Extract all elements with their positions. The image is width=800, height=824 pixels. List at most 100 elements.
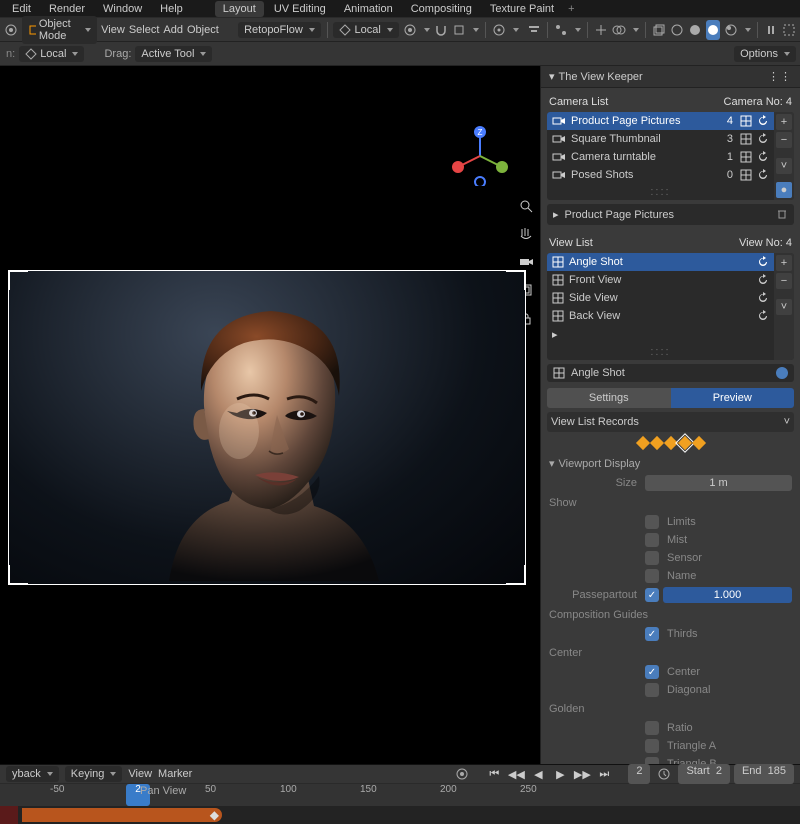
keyframe[interactable] — [649, 436, 663, 450]
workspace-animation[interactable]: Animation — [336, 1, 401, 17]
xray-icon[interactable] — [651, 20, 665, 40]
keyframe[interactable] — [691, 436, 705, 450]
autokey-icon[interactable] — [452, 764, 472, 784]
workspace-uvediting[interactable]: UV Editing — [266, 1, 334, 17]
start-frame-field[interactable]: Start 2 — [678, 764, 729, 784]
camera-row[interactable]: Product Page Pictures4 — [547, 112, 774, 130]
filter-icon[interactable] — [527, 20, 541, 40]
remove-button[interactable]: − — [776, 273, 792, 289]
view-row[interactable]: Side View — [547, 289, 774, 307]
workspace-layout[interactable]: Layout — [215, 1, 264, 17]
play-reverse-icon[interactable]: ◀ — [528, 764, 548, 784]
editor-type-icon[interactable] — [4, 20, 18, 40]
refresh-icon[interactable] — [757, 151, 769, 163]
passepartout-checkbox[interactable] — [645, 588, 659, 602]
retopoflow-dropdown[interactable]: RetopoFlow — [238, 22, 321, 38]
camera-row[interactable]: Posed Shots0 — [547, 166, 774, 184]
limits-checkbox[interactable] — [645, 515, 659, 529]
specials-menu[interactable]: ˅ — [776, 158, 792, 174]
prev-key-icon[interactable]: ◀◀ — [506, 764, 526, 784]
view-row[interactable]: Angle Shot — [547, 253, 774, 271]
jump-start-icon[interactable]: ⏮ — [484, 764, 504, 784]
tab-preview[interactable]: Preview — [671, 388, 795, 408]
workspace-texturepaint[interactable]: Texture Paint — [482, 1, 562, 17]
drag-dropdown[interactable]: Active Tool — [135, 46, 212, 62]
current-frame-field[interactable]: 2 — [628, 764, 650, 784]
record-dot[interactable]: ● — [776, 182, 792, 198]
center-checkbox[interactable] — [645, 665, 659, 679]
list-grip[interactable]: :::: — [547, 344, 774, 360]
end-frame-field[interactable]: End 185 — [734, 764, 794, 784]
refresh-icon[interactable] — [757, 169, 769, 181]
trash-icon[interactable] — [776, 207, 788, 222]
refresh-icon[interactable] — [757, 310, 769, 322]
pause-icon[interactable] — [764, 20, 778, 40]
viewport-display-header[interactable]: ▾ Viewport Display — [547, 454, 794, 473]
panel-menu-icon[interactable]: ⋮⋮ — [768, 70, 792, 83]
overlays-icon[interactable] — [612, 20, 626, 40]
passepartout-field[interactable]: 1.000 — [663, 587, 792, 603]
play-icon[interactable]: ▶ — [550, 764, 570, 784]
viewport-3d[interactable]: Z — [0, 66, 540, 764]
keyframe[interactable] — [635, 436, 649, 450]
remove-button[interactable]: − — [776, 132, 792, 148]
options-dropdown[interactable]: Options — [734, 46, 796, 62]
pivot-icon[interactable] — [403, 20, 417, 40]
snap-icon[interactable] — [434, 20, 448, 40]
workspace-compositing[interactable]: Compositing — [403, 1, 480, 17]
jump-end-icon[interactable]: ⏭ — [594, 764, 614, 784]
specials-menu[interactable]: ˅ — [776, 299, 792, 315]
ratio-checkbox[interactable] — [645, 721, 659, 735]
records-header[interactable]: View List Records˅ — [547, 412, 794, 432]
summary-keyrange[interactable]: ◆ — [22, 808, 222, 822]
play-icon[interactable]: ▸ — [553, 208, 559, 221]
menu-help[interactable]: Help — [152, 1, 191, 17]
refresh-icon[interactable] — [757, 256, 769, 268]
select-menu[interactable]: Select — [129, 24, 160, 36]
refresh-icon[interactable] — [757, 274, 769, 286]
tab-settings[interactable]: Settings — [547, 388, 671, 408]
mode-dropdown[interactable]: Object Mode — [22, 16, 97, 44]
keyframe[interactable] — [677, 436, 691, 450]
menu-window[interactable]: Window — [95, 1, 150, 17]
clock-icon[interactable] — [654, 764, 674, 784]
panel-title-row[interactable]: ▾ The View Keeper ⋮⋮ — [541, 66, 800, 88]
view-row[interactable]: Back View — [547, 307, 774, 325]
orientation-dropdown[interactable]: Local — [333, 22, 398, 38]
proportional-icon[interactable] — [492, 20, 506, 40]
refresh-icon[interactable] — [757, 115, 769, 127]
keyframe[interactable] — [663, 436, 677, 450]
name-checkbox[interactable] — [645, 569, 659, 583]
timeline-ruler[interactable]: -50 2 50 100 150 200 250 — [0, 784, 800, 806]
list-grip[interactable]: :::: — [547, 184, 774, 200]
add-button[interactable]: + — [776, 255, 792, 271]
sensor-checkbox[interactable] — [645, 551, 659, 565]
timeline-view-menu[interactable]: View — [128, 768, 152, 780]
playback-dropdown[interactable]: yback — [6, 766, 59, 782]
camera-row[interactable]: Square Thumbnail3 — [547, 130, 774, 148]
view-row-play[interactable]: ▸ — [547, 325, 774, 344]
add-button[interactable]: + — [776, 114, 792, 130]
navigation-gizmo[interactable]: Z — [450, 126, 510, 186]
view-menu[interactable]: View — [101, 24, 125, 36]
menu-edit[interactable]: Edit — [4, 1, 39, 17]
timeline-marker-menu[interactable]: Marker — [158, 768, 192, 780]
thirds-checkbox[interactable] — [645, 627, 659, 641]
pan-icon[interactable] — [516, 224, 536, 244]
camera-row[interactable]: Camera turntable1 — [547, 148, 774, 166]
diagonal-checkbox[interactable] — [645, 683, 659, 697]
shading-material-icon[interactable] — [706, 20, 720, 40]
refresh-icon[interactable] — [757, 292, 769, 304]
add-workspace-button[interactable]: + — [568, 3, 574, 15]
triangle-a-checkbox[interactable] — [645, 739, 659, 753]
mist-checkbox[interactable] — [645, 533, 659, 547]
size-field[interactable]: 1 m — [645, 475, 792, 491]
snap-target-icon[interactable] — [452, 20, 466, 40]
triangle-b-checkbox[interactable] — [645, 757, 659, 764]
shading-wireframe-icon[interactable] — [670, 20, 684, 40]
view-row[interactable]: Front View — [547, 271, 774, 289]
orient2-dropdown[interactable]: Local — [19, 46, 84, 62]
menu-render[interactable]: Render — [41, 1, 93, 17]
add-menu[interactable]: Add — [163, 24, 183, 36]
active-dot[interactable] — [776, 367, 788, 379]
